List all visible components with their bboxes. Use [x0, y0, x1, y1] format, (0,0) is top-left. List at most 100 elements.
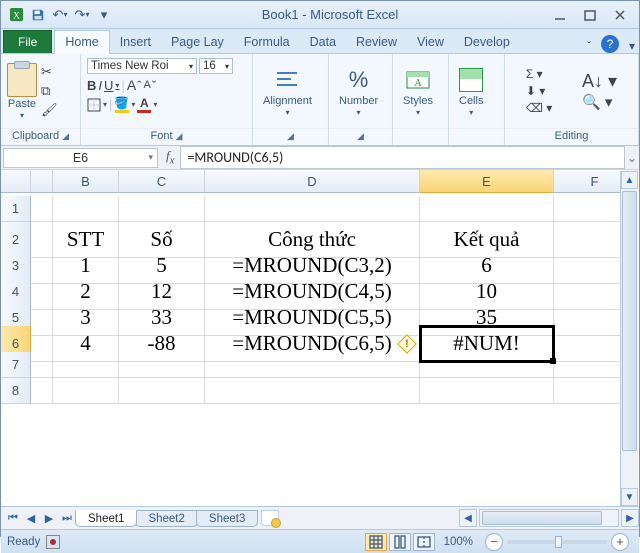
tab-developer[interactable]: Develop [454, 31, 520, 53]
italic-button[interactable]: I [98, 78, 102, 93]
font-name-combo[interactable]: Times New Roi▾ [87, 58, 197, 74]
cell[interactable] [205, 378, 420, 404]
number-button[interactable]: % Number▾ [335, 64, 382, 119]
ribbon-options-icon[interactable]: ▾ [629, 39, 635, 53]
cells-button[interactable]: Cells▾ [455, 64, 487, 119]
tab-file[interactable]: File [3, 30, 52, 53]
col-header-C[interactable]: C [119, 170, 205, 193]
cut-icon[interactable]: ✂ [41, 64, 58, 80]
row-header[interactable]: 1 [1, 196, 31, 222]
row-header[interactable]: 8 [1, 378, 31, 404]
tab-review[interactable]: Review [346, 31, 407, 53]
maximize-button[interactable] [575, 5, 605, 25]
error-indicator-icon[interactable]: ! [398, 335, 416, 353]
sheet-tab[interactable]: Sheet1 [75, 510, 137, 527]
zoom-level[interactable]: 100% [444, 536, 473, 548]
borders-button[interactable] [87, 98, 107, 112]
scroll-right-button[interactable]: ▶ [621, 509, 639, 527]
worksheet-grid[interactable]: B C D E F 1 2 STT Số Công thức Kết quả 3… [1, 170, 639, 506]
paste-button[interactable]: Paste ▾ [7, 63, 37, 120]
fx-icon[interactable]: fx [166, 148, 174, 167]
tab-view[interactable]: View [407, 31, 454, 53]
page-layout-view-button[interactable] [389, 533, 411, 551]
col-header-A[interactable] [31, 170, 53, 193]
cell[interactable] [53, 196, 119, 222]
horizontal-scrollbar[interactable]: ◀ ▶ [459, 509, 639, 527]
cell[interactable] [205, 196, 420, 222]
styles-button[interactable]: A Styles▾ [399, 64, 437, 119]
undo-icon[interactable]: ↶▾ [50, 5, 70, 25]
font-dialog-icon[interactable]: ◢ [176, 131, 183, 142]
row-header[interactable]: 7 [1, 352, 31, 378]
app-icon[interactable]: X [6, 5, 26, 25]
autosum-button[interactable]: Σ ▾ [526, 67, 552, 81]
col-header-E[interactable]: E [420, 170, 554, 193]
bold-button[interactable]: B [87, 78, 96, 93]
clipboard-dialog-icon[interactable]: ◢ [62, 131, 69, 142]
fill-color-button[interactable]: 🪣 [114, 96, 135, 113]
cell[interactable] [31, 378, 53, 404]
underline-button[interactable]: U [104, 78, 119, 93]
sheet-nav-prev[interactable]: ◀ [22, 512, 40, 525]
qat-customize-icon[interactable]: ▾ [94, 5, 114, 25]
fill-button[interactable]: ⬇ ▾ [526, 84, 552, 98]
cell[interactable] [31, 196, 53, 222]
sheet-nav-last[interactable]: ⏭ [58, 512, 76, 525]
cell[interactable] [31, 352, 53, 378]
minimize-ribbon-icon[interactable]: ˇ [587, 39, 591, 53]
page-break-view-button[interactable] [413, 533, 435, 551]
font-size-combo[interactable]: 16▾ [199, 58, 233, 74]
tab-data[interactable]: Data [300, 31, 346, 53]
tab-home[interactable]: Home [54, 30, 109, 54]
tab-insert[interactable]: Insert [110, 31, 161, 53]
sort-filter-button[interactable]: A↓ ▾ [582, 71, 617, 92]
expand-formula-icon[interactable]: ⌄ [625, 151, 639, 165]
cell[interactable] [420, 378, 554, 404]
insert-sheet-button[interactable] [261, 510, 279, 526]
scroll-left-button[interactable]: ◀ [459, 509, 477, 527]
active-cell[interactable]: ! #NUM! [420, 326, 554, 362]
sheet-nav-first[interactable]: ⏮ [4, 512, 22, 525]
col-header-B[interactable]: B [53, 170, 119, 193]
scroll-thumb[interactable] [482, 511, 602, 525]
cell[interactable] [205, 352, 420, 378]
save-icon[interactable] [28, 5, 48, 25]
scroll-down-button[interactable]: ▼ [621, 488, 638, 506]
cell[interactable] [53, 352, 119, 378]
cell[interactable] [119, 196, 205, 222]
help-icon[interactable]: ? [601, 35, 619, 53]
cell[interactable] [119, 378, 205, 404]
shrink-font-button[interactable]: Aˇ [144, 78, 157, 93]
name-box[interactable]: E6▾ [3, 148, 158, 168]
clear-button[interactable]: ⌫ ▾ [526, 101, 552, 115]
cell[interactable] [119, 352, 205, 378]
format-painter-icon[interactable]: 🖌 [41, 102, 58, 118]
scroll-up-button[interactable]: ▲ [621, 171, 638, 189]
col-header-D[interactable]: D [205, 170, 420, 193]
sheet-nav-next[interactable]: ▶ [40, 512, 58, 525]
scroll-thumb[interactable] [622, 191, 637, 451]
zoom-out-button[interactable]: − [485, 533, 503, 551]
grow-font-button[interactable]: Aˆ [127, 77, 142, 93]
find-select-button[interactable]: 🔍 ▾ [582, 93, 617, 111]
zoom-in-button[interactable]: + [611, 533, 629, 551]
alignment-dialog-icon[interactable]: ◢ [287, 131, 294, 142]
zoom-slider[interactable] [507, 540, 607, 544]
select-all-button[interactable] [1, 170, 31, 193]
font-color-button[interactable]: A [137, 96, 157, 113]
copy-icon[interactable]: ⧉ [41, 83, 58, 99]
vertical-scrollbar[interactable]: ▲ ▼ [620, 171, 638, 506]
cell[interactable] [53, 378, 119, 404]
sheet-tab[interactable]: Sheet3 [196, 510, 258, 527]
close-button[interactable] [605, 5, 635, 25]
number-dialog-icon[interactable]: ◢ [357, 131, 364, 142]
sheet-tab[interactable]: Sheet2 [135, 510, 197, 527]
redo-icon[interactable]: ↷▾ [72, 5, 92, 25]
cell[interactable] [420, 196, 554, 222]
tab-page-layout[interactable]: Page Lay [161, 31, 234, 53]
tab-formulas[interactable]: Formula [234, 31, 300, 53]
normal-view-button[interactable] [365, 533, 387, 551]
formula-input[interactable]: =MROUND(C6,5) [180, 146, 625, 169]
alignment-button[interactable]: Alignment▾ [259, 64, 316, 119]
minimize-button[interactable] [545, 5, 575, 25]
